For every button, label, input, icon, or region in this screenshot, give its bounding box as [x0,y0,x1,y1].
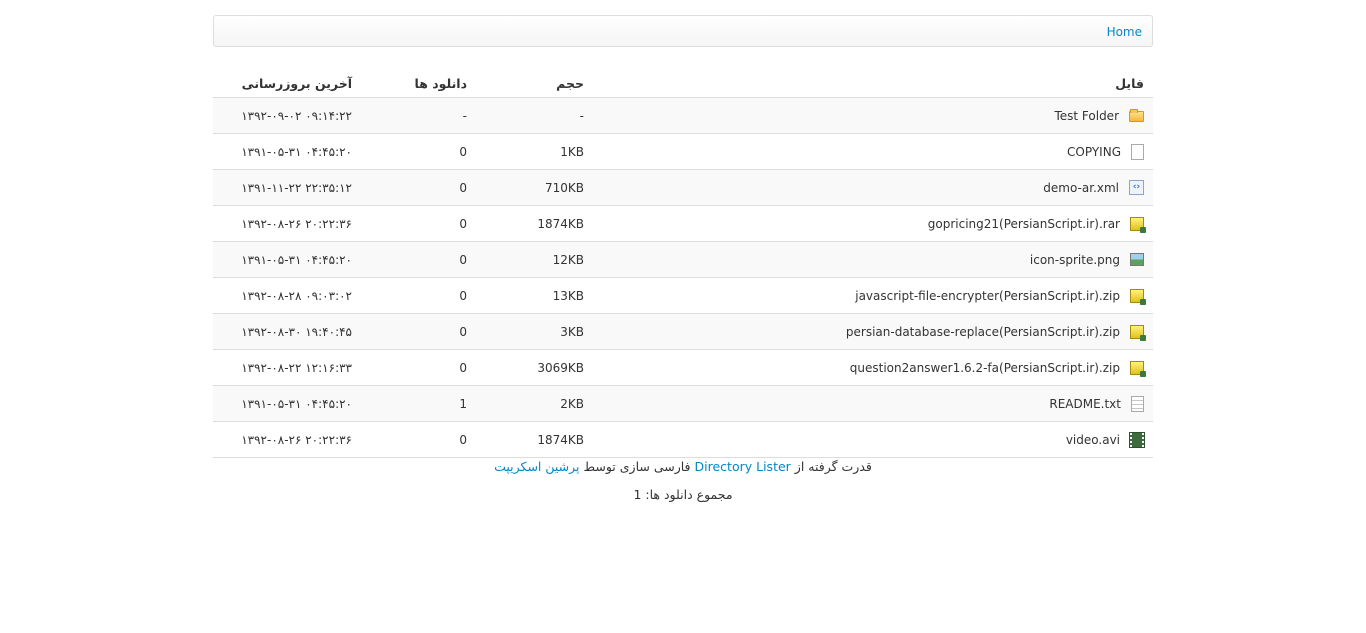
breadcrumb: Home [213,15,1153,47]
file-name-cell[interactable]: gopricing21(PersianScript.ir).rar [928,206,1146,241]
file-name-cell[interactable]: README.txt [1049,386,1144,421]
file-size: 1874KB [537,432,584,447]
file-name-cell[interactable]: icon-sprite.png [1030,242,1144,277]
archive-icon [1130,360,1146,377]
last-updated: ۱۳۹۱-۰۵-۳۱ ۰۴:۴۵:۲۰ [241,396,352,411]
translated-text: فارسی سازی توسط [583,459,691,474]
last-updated: ۱۳۹۱-۰۵-۳۱ ۰۴:۴۵:۲۰ [241,144,352,159]
video-file-icon [1130,432,1144,447]
file-name[interactable]: README.txt [1049,397,1121,411]
download-count: - [462,108,467,123]
table-row[interactable]: ‹› demo-ar.xml 710KB 0 ۱۳۹۱-۱۱-۲۲ ۲۲:۳۵:۱۲ [213,170,1153,206]
header-updated[interactable]: آخرین بروزرسانی [242,69,352,97]
archive-icon [1130,324,1146,341]
table-row[interactable]: persian-database-replace(PersianScript.i… [213,314,1153,350]
last-updated: ۱۳۹۱-۱۱-۲۲ ۲۲:۳۵:۱۲ [241,180,352,195]
file-size: - [579,108,584,123]
file-name[interactable]: video.avi [1066,433,1120,447]
powered-prefix: قدرت گرفته از [794,459,872,474]
table-row[interactable]: README.txt 2KB 1 ۱۳۹۱-۰۵-۳۱ ۰۴:۴۵:۲۰ [213,386,1153,422]
file-size: 12KB [552,252,584,267]
download-count: 0 [459,288,467,303]
file-name-cell[interactable]: video.avi [1066,422,1144,457]
header-downloads[interactable]: دانلود ها [415,69,467,97]
file-size: 13KB [552,288,584,303]
file-name-cell[interactable]: ‹› demo-ar.xml [1043,170,1144,205]
total-downloads: مجموع دانلود ها: 1 [633,487,733,502]
download-count: 0 [459,180,467,195]
file-name[interactable]: javascript-file-encrypter(PersianScript.… [855,289,1120,303]
download-count: 0 [459,432,467,447]
file-size: 3069KB [537,360,584,375]
file-name-cell[interactable]: javascript-file-encrypter(PersianScript.… [855,278,1146,313]
archive-icon [1130,288,1146,305]
file-size: 2KB [560,396,584,411]
directory-lister-link[interactable]: Directory Lister [695,459,791,474]
table-row[interactable]: javascript-file-encrypter(PersianScript.… [213,278,1153,314]
download-count: 0 [459,252,467,267]
last-updated: ۱۳۹۲-۰۹-۰۲ ۰۹:۱۴:۲۲ [241,108,352,123]
footer-credits: قدرت گرفته از Directory Lister فارسی ساز… [0,458,1366,486]
table-row[interactable]: gopricing21(PersianScript.ir).rar 1874KB 0… [213,206,1153,242]
last-updated: ۱۳۹۲-۰۸-۲۶ ۲۰:۲۲:۳۶ [241,216,352,231]
folder-icon [1129,109,1144,122]
file-name[interactable]: COPYING [1067,145,1121,159]
download-count: 1 [459,396,467,411]
table-row[interactable]: Test Folder - - ۱۳۹۲-۰۹-۰۲ ۰۹:۱۴:۲۲ [213,98,1153,134]
text-file-icon [1131,395,1144,412]
file-name-cell[interactable]: question2answer1.6.2-fa(PersianScript.ir… [850,350,1146,385]
last-updated: ۱۳۹۲-۰۸-۳۰ ۱۹:۴۰:۴۵ [241,324,352,339]
file-name-cell[interactable]: COPYING [1067,134,1144,169]
footer: قدرت گرفته از Directory Lister فارسی ساز… [0,458,1366,514]
header-file[interactable]: فایل [1115,69,1144,97]
table-row[interactable]: video.avi 1874KB 0 ۱۳۹۲-۰۸-۲۶ ۲۰:۲۲:۳۶ [213,422,1153,458]
file-size: 3KB [560,324,584,339]
file-name[interactable]: persian-database-replace(PersianScript.i… [846,325,1120,339]
file-name[interactable]: gopricing21(PersianScript.ir).rar [928,217,1120,231]
table-body: Test Folder - - ۱۳۹۲-۰۹-۰۲ ۰۹:۱۴:۲۲ COPYING 1… [213,98,1153,458]
file-name[interactable]: demo-ar.xml [1043,181,1119,195]
file-size: 710KB [544,180,584,195]
table-row[interactable]: icon-sprite.png 12KB 0 ۱۳۹۱-۰۵-۳۱ ۰۴:۴۵:۲۰ [213,242,1153,278]
file-table: فایل حجم دانلود ها آخرین بروزرسانی Test … [213,69,1153,458]
header-size[interactable]: حجم [556,69,584,97]
file-name-cell[interactable]: persian-database-replace(PersianScript.i… [846,314,1146,349]
file-name[interactable]: question2answer1.6.2-fa(PersianScript.ir… [850,361,1120,375]
file-size: 1KB [560,144,584,159]
last-updated: ۱۳۹۲-۰۸-۲۲ ۱۲:۱۶:۳۳ [241,360,352,375]
table-header: فایل حجم دانلود ها آخرین بروزرسانی [213,69,1153,98]
file-size: 1874KB [537,216,584,231]
blank-file-icon [1131,143,1144,160]
file-name[interactable]: icon-sprite.png [1030,253,1120,267]
download-count: 0 [459,144,467,159]
table-row[interactable]: COPYING 1KB 0 ۱۳۹۱-۰۵-۳۱ ۰۴:۴۵:۲۰ [213,134,1153,170]
file-name[interactable]: Test Folder [1054,109,1119,123]
last-updated: ۱۳۹۱-۰۵-۳۱ ۰۴:۴۵:۲۰ [241,252,352,267]
breadcrumb-home-link[interactable]: Home [1107,25,1142,39]
persianscript-link[interactable]: پرشین اسکریپت [494,459,579,474]
archive-icon [1130,216,1146,233]
last-updated: ۱۳۹۲-۰۸-۲۸ ۰۹:۰۳:۰۲ [241,288,352,303]
image-file-icon [1130,253,1144,266]
download-count: 0 [459,360,467,375]
download-count: 0 [459,216,467,231]
file-name-cell[interactable]: Test Folder [1054,98,1144,133]
page-container: Home فایل حجم دانلود ها آخرین بروزرسانی … [213,15,1153,458]
last-updated: ۱۳۹۲-۰۸-۲۶ ۲۰:۲۲:۳۶ [241,432,352,447]
download-count: 0 [459,324,467,339]
code-file-icon: ‹› [1129,180,1144,195]
table-row[interactable]: question2answer1.6.2-fa(PersianScript.ir… [213,350,1153,386]
